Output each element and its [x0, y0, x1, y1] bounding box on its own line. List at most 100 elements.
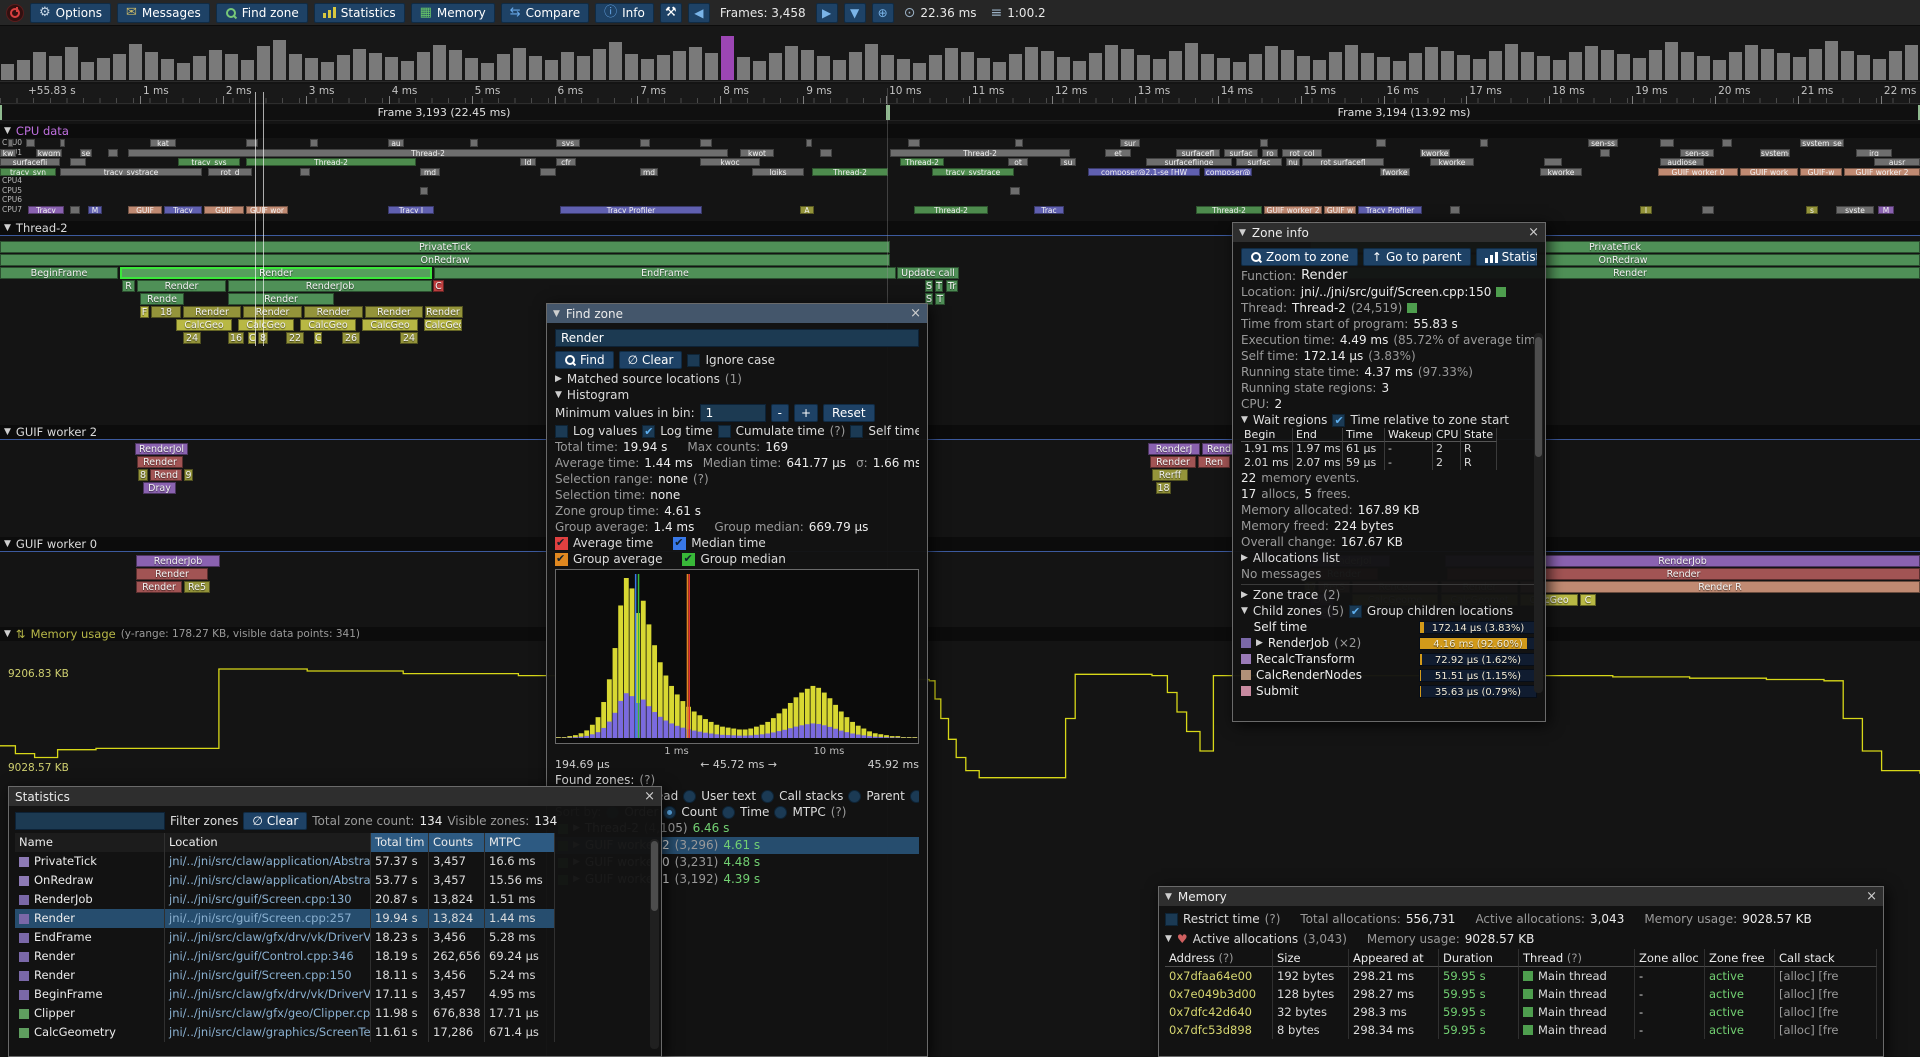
zone-trace-collapser[interactable]: ▶Zone trace(2): [1241, 587, 1537, 603]
stats-row-name[interactable]: PrivateTick: [15, 852, 165, 871]
frame-bar[interactable]: [1057, 57, 1070, 80]
cpu-zone[interactable]: [640, 139, 650, 147]
stats-row-location[interactable]: jni/../jni/src/guif/Control.cpp:346: [165, 947, 371, 966]
stats-row-location[interactable]: jni/../jni/src/claw/graphics/ScreenText.…: [165, 1023, 371, 1042]
frame-bar[interactable]: [897, 59, 910, 80]
timeline-zone[interactable]: Render: [228, 293, 334, 305]
frame-bar[interactable]: [1745, 45, 1758, 80]
collapse-icon[interactable]: ▼: [1165, 892, 1172, 902]
frame-bar[interactable]: [993, 62, 1006, 80]
child-zone-row[interactable]: Self time172.14 µs (3.83%): [1241, 619, 1537, 635]
frame-bar[interactable]: [17, 60, 30, 80]
timeline-zone[interactable]: EndFrame: [434, 267, 896, 279]
alloc-address[interactable]: 0x7dfc53d898: [1165, 1021, 1273, 1039]
cpu-zone[interactable]: surfac: [1224, 149, 1258, 157]
stats-row-name[interactable]: Render: [15, 909, 165, 928]
cpu-zone[interactable]: sen-ss: [1588, 139, 1618, 147]
frame-bar[interactable]: [1393, 61, 1406, 80]
active-allocations-collapser[interactable]: ▼ ♥ Active allocations (3,043) Memory us…: [1165, 929, 1877, 949]
memory-column-header[interactable]: Size: [1273, 949, 1349, 967]
timeline-zone[interactable]: OnRedraw: [0, 254, 890, 266]
cpu-zone[interactable]: [806, 139, 812, 147]
toolbar-button-info[interactable]: ⓘInfo: [595, 3, 654, 23]
frame-bar[interactable]: [1041, 51, 1054, 80]
cpu-zone[interactable]: se: [80, 149, 92, 157]
stats-column-header[interactable]: Location: [165, 833, 371, 852]
wait-column-header[interactable]: State: [1461, 428, 1497, 442]
matched-sources-collapser[interactable]: ▶Matched source locations(1): [555, 371, 919, 387]
cpu-zone[interactable]: fworke: [1380, 168, 1410, 176]
cpu-zone[interactable]: rot surfacefl: [1302, 158, 1384, 166]
cpu-zone[interactable]: [60, 139, 65, 147]
checkbox-cumulate-time[interactable]: [718, 425, 731, 438]
cpu-zone[interactable]: [8, 139, 13, 147]
frame-bar[interactable]: [193, 56, 206, 80]
frame-bar[interactable]: [769, 53, 782, 80]
cpu-zone[interactable]: [1450, 206, 1460, 214]
cpu-zone[interactable]: GUIF work: [1740, 168, 1798, 176]
cpu-zone[interactable]: GUIF wor: [246, 206, 288, 214]
cpu-zone[interactable]: md: [640, 168, 658, 176]
cpu-zone[interactable]: [1722, 139, 1732, 147]
timeline-zone[interactable]: C: [433, 280, 444, 292]
thread-link[interactable]: Thread-2: [1292, 300, 1346, 316]
frame-bar[interactable]: [1537, 56, 1550, 80]
frame-bar[interactable]: [1729, 52, 1742, 80]
frame-bar[interactable]: [1137, 55, 1150, 80]
frame-bar[interactable]: [721, 36, 734, 80]
timeline-zone[interactable]: Ren: [1198, 456, 1230, 468]
alloc-address[interactable]: 0x7e049b3d00: [1165, 985, 1273, 1003]
timeline-zone[interactable]: RenderJ: [1148, 443, 1200, 455]
frame-bar[interactable]: [1441, 51, 1454, 80]
frame-bar[interactable]: [145, 52, 158, 80]
cpu-zone[interactable]: [1702, 206, 1714, 214]
legend-checkbox-group-average[interactable]: [555, 553, 568, 566]
frame-bar[interactable]: [1457, 55, 1470, 80]
timeline-zone[interactable]: 9: [184, 469, 193, 481]
stats-column-header[interactable]: Name: [15, 833, 165, 852]
bin-plus-button[interactable]: +: [794, 404, 818, 422]
cpu-zone[interactable]: kworke: [1430, 158, 1474, 166]
group-children-checkbox[interactable]: [1349, 605, 1362, 618]
frame-bar[interactable]: [1249, 54, 1262, 80]
cpu-zone[interactable]: [1376, 139, 1386, 147]
cpu-zone[interactable]: GUIF worker 2: [1844, 168, 1920, 176]
cpu-zone[interactable]: [108, 149, 118, 157]
timeline-zone[interactable]: PrivateTick: [0, 241, 890, 253]
timeline-zone[interactable]: 18: [1156, 482, 1171, 494]
cpu-zone[interactable]: [300, 168, 310, 176]
cpu-zone[interactable]: Tracy: [164, 206, 202, 214]
stats-row-location[interactable]: jni/../jni/src/guif/Screen.cpp:150: [165, 966, 371, 985]
wait-column-header[interactable]: Begin: [1241, 428, 1293, 442]
relative-time-checkbox[interactable]: [1332, 414, 1345, 427]
frame-bar[interactable]: [1633, 58, 1646, 80]
cpu-zone[interactable]: kw: [0, 149, 16, 157]
stats-row-name[interactable]: OnRedraw: [15, 871, 165, 890]
cpu-zone[interactable]: au: [388, 139, 404, 147]
stats-row-location[interactable]: jni/../jni/src/claw/application/Abstract…: [165, 852, 371, 871]
timeline-zone[interactable]: Rende: [140, 293, 184, 305]
statistics-titlebar[interactable]: Statistics ×: [9, 787, 661, 806]
timeline-zone[interactable]: Render: [137, 280, 226, 292]
cpu-zone[interactable]: tracy_systrace: [60, 168, 202, 176]
wait-column-header[interactable]: Wakeup: [1385, 428, 1433, 442]
cpu-zone[interactable]: sen-ss: [1680, 149, 1714, 157]
timeline-zone[interactable]: Rend: [1202, 443, 1236, 455]
frame-bar[interactable]: [417, 52, 430, 80]
frame-bar[interactable]: [65, 47, 78, 80]
cpu-zone[interactable]: [820, 149, 832, 157]
timeline-zone[interactable]: 24: [400, 332, 418, 344]
frame-bar[interactable]: [1377, 57, 1390, 80]
cpu-zone[interactable]: GUIF: [204, 206, 244, 214]
alloc-address[interactable]: 0x7dfc42d640: [1165, 1003, 1273, 1021]
frame-bar[interactable]: [1409, 53, 1422, 80]
frame-bar[interactable]: [945, 48, 958, 80]
restrict-time-checkbox[interactable]: [1165, 913, 1178, 926]
checkbox-log-values[interactable]: [555, 425, 568, 438]
memory-column-header[interactable]: Address (?): [1165, 949, 1273, 967]
toolbar-button-statistics[interactable]: Statistics: [314, 3, 405, 23]
stats-column-header[interactable]: Counts: [429, 833, 485, 852]
cpu-zone[interactable]: tracy_systrace: [932, 168, 1014, 176]
frame-bar[interactable]: [1857, 55, 1870, 80]
memory-column-header[interactable]: Duration: [1439, 949, 1519, 967]
